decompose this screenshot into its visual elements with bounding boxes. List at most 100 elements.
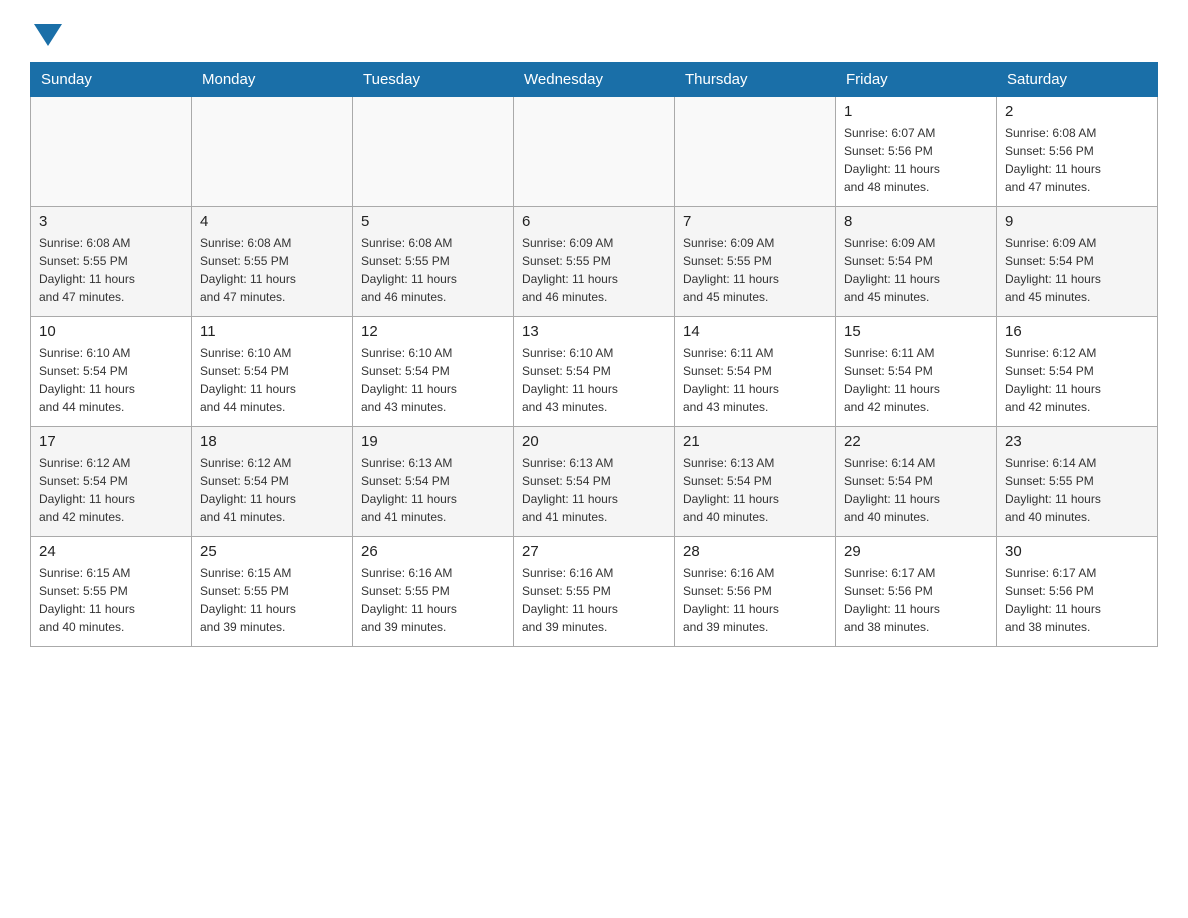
day-info: Sunrise: 6:08 AM Sunset: 5:55 PM Dayligh…	[39, 234, 183, 306]
day-number: 3	[39, 213, 183, 230]
day-number: 14	[683, 323, 827, 340]
day-number: 1	[844, 103, 988, 120]
day-number: 17	[39, 433, 183, 450]
calendar-cell: 5 Sunrise: 6:08 AM Sunset: 5:55 PM Daylig…	[353, 207, 514, 317]
day-number: 28	[683, 543, 827, 560]
calendar-cell	[514, 97, 675, 207]
day-info: Sunrise: 6:13 AM Sunset: 5:54 PM Dayligh…	[522, 454, 666, 526]
day-number: 10	[39, 323, 183, 340]
day-info: Sunrise: 6:09 AM Sunset: 5:54 PM Dayligh…	[844, 234, 988, 306]
calendar-cell: 24 Sunrise: 6:15 AM Sunset: 5:55 PM Dayli…	[31, 537, 192, 647]
day-number: 6	[522, 213, 666, 230]
day-number: 4	[200, 213, 344, 230]
day-number: 25	[200, 543, 344, 560]
day-number: 22	[844, 433, 988, 450]
calendar-week-row: 3 Sunrise: 6:08 AM Sunset: 5:55 PM Daylig…	[31, 207, 1158, 317]
calendar-cell: 11 Sunrise: 6:10 AM Sunset: 5:54 PM Dayli…	[192, 317, 353, 427]
calendar-header-sunday: Sunday	[31, 63, 192, 97]
day-info: Sunrise: 6:14 AM Sunset: 5:55 PM Dayligh…	[1005, 454, 1149, 526]
day-info: Sunrise: 6:07 AM Sunset: 5:56 PM Dayligh…	[844, 124, 988, 196]
calendar-cell	[353, 97, 514, 207]
day-info: Sunrise: 6:09 AM Sunset: 5:54 PM Dayligh…	[1005, 234, 1149, 306]
calendar-cell: 14 Sunrise: 6:11 AM Sunset: 5:54 PM Dayli…	[675, 317, 836, 427]
day-info: Sunrise: 6:14 AM Sunset: 5:54 PM Dayligh…	[844, 454, 988, 526]
day-info: Sunrise: 6:08 AM Sunset: 5:55 PM Dayligh…	[200, 234, 344, 306]
day-number: 12	[361, 323, 505, 340]
day-info: Sunrise: 6:10 AM Sunset: 5:54 PM Dayligh…	[522, 344, 666, 416]
day-number: 11	[200, 323, 344, 340]
day-number: 2	[1005, 103, 1149, 120]
day-number: 18	[200, 433, 344, 450]
day-info: Sunrise: 6:12 AM Sunset: 5:54 PM Dayligh…	[39, 454, 183, 526]
day-info: Sunrise: 6:12 AM Sunset: 5:54 PM Dayligh…	[1005, 344, 1149, 416]
calendar-header-friday: Friday	[836, 63, 997, 97]
day-info: Sunrise: 6:12 AM Sunset: 5:54 PM Dayligh…	[200, 454, 344, 526]
day-number: 26	[361, 543, 505, 560]
day-info: Sunrise: 6:13 AM Sunset: 5:54 PM Dayligh…	[361, 454, 505, 526]
calendar-cell: 22 Sunrise: 6:14 AM Sunset: 5:54 PM Dayli…	[836, 427, 997, 537]
day-number: 24	[39, 543, 183, 560]
calendar-cell	[192, 97, 353, 207]
day-info: Sunrise: 6:13 AM Sunset: 5:54 PM Dayligh…	[683, 454, 827, 526]
day-number: 9	[1005, 213, 1149, 230]
day-info: Sunrise: 6:16 AM Sunset: 5:55 PM Dayligh…	[522, 564, 666, 636]
page-header	[30, 20, 1158, 46]
day-number: 23	[1005, 433, 1149, 450]
calendar-cell: 7Sunrise: 6:09 AM Sunset: 5:55 PM Daylig…	[675, 207, 836, 317]
day-info: Sunrise: 6:15 AM Sunset: 5:55 PM Dayligh…	[200, 564, 344, 636]
calendar-cell	[675, 97, 836, 207]
day-info: Sunrise: 6:16 AM Sunset: 5:55 PM Dayligh…	[361, 564, 505, 636]
calendar-week-row: 10 Sunrise: 6:10 AM Sunset: 5:54 PM Dayli…	[31, 317, 1158, 427]
calendar-header-row: SundayMondayTuesdayWednesdayThursdayFrid…	[31, 63, 1158, 97]
calendar-cell: 19Sunrise: 6:13 AM Sunset: 5:54 PM Dayli…	[353, 427, 514, 537]
day-info: Sunrise: 6:10 AM Sunset: 5:54 PM Dayligh…	[361, 344, 505, 416]
logo-triangle-icon	[34, 24, 62, 46]
calendar-header-tuesday: Tuesday	[353, 63, 514, 97]
day-info: Sunrise: 6:15 AM Sunset: 5:55 PM Dayligh…	[39, 564, 183, 636]
calendar-cell: 13Sunrise: 6:10 AM Sunset: 5:54 PM Dayli…	[514, 317, 675, 427]
calendar-cell: 15 Sunrise: 6:11 AM Sunset: 5:54 PM Dayli…	[836, 317, 997, 427]
day-info: Sunrise: 6:11 AM Sunset: 5:54 PM Dayligh…	[683, 344, 827, 416]
calendar-cell: 2 Sunrise: 6:08 AM Sunset: 5:56 PM Daylig…	[997, 97, 1158, 207]
day-info: Sunrise: 6:08 AM Sunset: 5:56 PM Dayligh…	[1005, 124, 1149, 196]
day-number: 8	[844, 213, 988, 230]
calendar-cell: 10Sunrise: 6:10 AM Sunset: 5:54 PM Dayli…	[31, 317, 192, 427]
calendar-cell: 3 Sunrise: 6:08 AM Sunset: 5:55 PM Daylig…	[31, 207, 192, 317]
calendar-cell: 23 Sunrise: 6:14 AM Sunset: 5:55 PM Dayli…	[997, 427, 1158, 537]
calendar-cell: 12 Sunrise: 6:10 AM Sunset: 5:54 PM Dayli…	[353, 317, 514, 427]
calendar-cell: 18 Sunrise: 6:12 AM Sunset: 5:54 PM Dayli…	[192, 427, 353, 537]
day-info: Sunrise: 6:17 AM Sunset: 5:56 PM Dayligh…	[844, 564, 988, 636]
calendar-cell: 21 Sunrise: 6:13 AM Sunset: 5:54 PM Dayli…	[675, 427, 836, 537]
calendar-cell: 29 Sunrise: 6:17 AM Sunset: 5:56 PM Dayli…	[836, 537, 997, 647]
day-number: 29	[844, 543, 988, 560]
calendar-cell: 8 Sunrise: 6:09 AM Sunset: 5:54 PM Daylig…	[836, 207, 997, 317]
calendar-header-thursday: Thursday	[675, 63, 836, 97]
calendar-cell: 6 Sunrise: 6:09 AM Sunset: 5:55 PM Daylig…	[514, 207, 675, 317]
calendar-week-row: 1 Sunrise: 6:07 AM Sunset: 5:56 PM Daylig…	[31, 97, 1158, 207]
day-number: 16	[1005, 323, 1149, 340]
day-info: Sunrise: 6:11 AM Sunset: 5:54 PM Dayligh…	[844, 344, 988, 416]
calendar-week-row: 24 Sunrise: 6:15 AM Sunset: 5:55 PM Dayli…	[31, 537, 1158, 647]
day-number: 27	[522, 543, 666, 560]
calendar-cell: 17 Sunrise: 6:12 AM Sunset: 5:54 PM Dayli…	[31, 427, 192, 537]
calendar-cell: 9 Sunrise: 6:09 AM Sunset: 5:54 PM Daylig…	[997, 207, 1158, 317]
day-info: Sunrise: 6:10 AM Sunset: 5:54 PM Dayligh…	[200, 344, 344, 416]
calendar-header-monday: Monday	[192, 63, 353, 97]
calendar-week-row: 17 Sunrise: 6:12 AM Sunset: 5:54 PM Dayli…	[31, 427, 1158, 537]
calendar-header-wednesday: Wednesday	[514, 63, 675, 97]
day-info: Sunrise: 6:08 AM Sunset: 5:55 PM Dayligh…	[361, 234, 505, 306]
day-info: Sunrise: 6:09 AM Sunset: 5:55 PM Dayligh…	[522, 234, 666, 306]
day-number: 5	[361, 213, 505, 230]
day-info: Sunrise: 6:09 AM Sunset: 5:55 PM Dayligh…	[683, 234, 827, 306]
calendar-cell: 16 Sunrise: 6:12 AM Sunset: 5:54 PM Dayli…	[997, 317, 1158, 427]
day-number: 15	[844, 323, 988, 340]
logo	[30, 20, 62, 46]
calendar-cell: 1 Sunrise: 6:07 AM Sunset: 5:56 PM Daylig…	[836, 97, 997, 207]
calendar-table: SundayMondayTuesdayWednesdayThursdayFrid…	[30, 62, 1158, 647]
calendar-cell	[31, 97, 192, 207]
calendar-cell: 30Sunrise: 6:17 AM Sunset: 5:56 PM Dayli…	[997, 537, 1158, 647]
calendar-cell: 20Sunrise: 6:13 AM Sunset: 5:54 PM Dayli…	[514, 427, 675, 537]
day-info: Sunrise: 6:16 AM Sunset: 5:56 PM Dayligh…	[683, 564, 827, 636]
day-number: 21	[683, 433, 827, 450]
day-info: Sunrise: 6:17 AM Sunset: 5:56 PM Dayligh…	[1005, 564, 1149, 636]
